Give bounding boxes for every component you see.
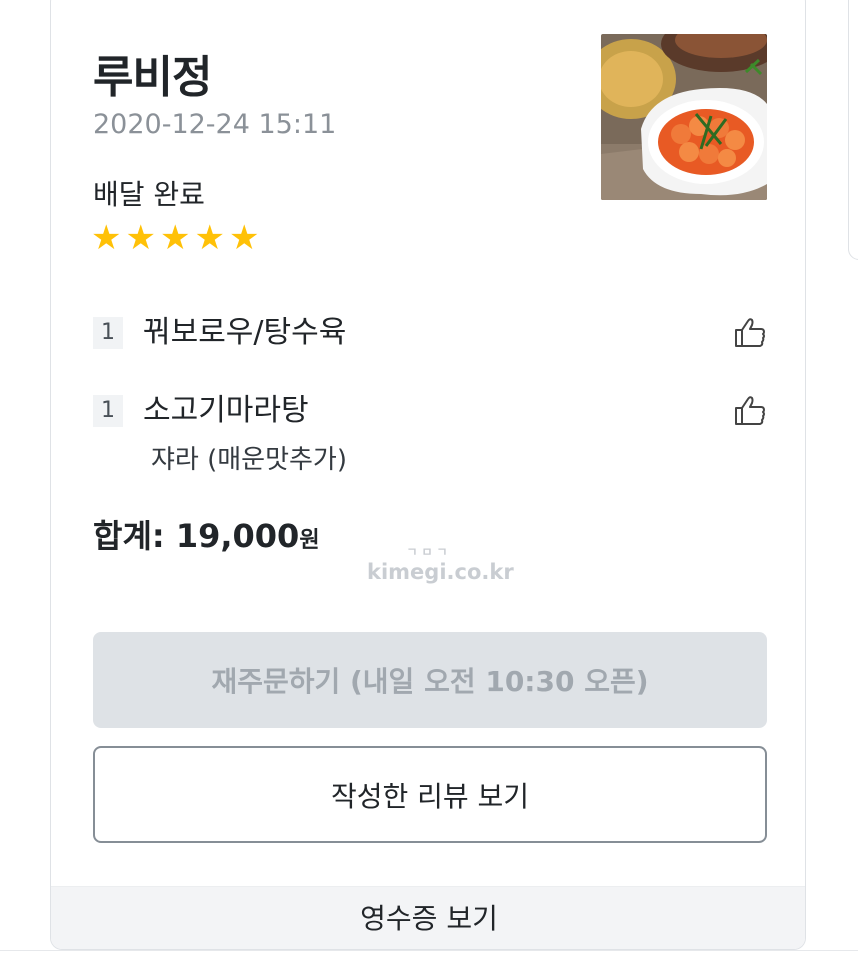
divider <box>0 950 858 951</box>
item-quantity: 1 <box>93 317 123 349</box>
watermark-logo: ㄱㅁㄱ <box>406 545 452 559</box>
order-item: 1 꿔보로우/탕수육 <box>93 313 767 353</box>
star-icon: ★ <box>159 218 191 258</box>
order-datetime: 2020-12-24 15:11 <box>93 109 337 140</box>
store-thumbnail[interactable] <box>601 34 767 200</box>
view-review-button[interactable]: 작성한 리뷰 보기 <box>93 746 767 843</box>
thumbs-up-icon[interactable] <box>733 393 767 427</box>
item-option: 쟈라 (매운맛추가) <box>151 445 347 475</box>
thumbs-up-icon[interactable] <box>733 315 767 349</box>
total-currency: 원 <box>299 528 320 553</box>
watermark: ㄱㅁㄱ kimegi.co.kr <box>367 543 514 584</box>
adjacent-card-edge <box>848 0 858 260</box>
star-icon: ★ <box>194 218 225 258</box>
store-name[interactable]: 루비정 <box>93 41 212 105</box>
view-receipt-button[interactable]: 영수증 보기 <box>51 886 805 949</box>
star-rating: ★ ★ ★ ★ ★ <box>91 221 259 255</box>
star-icon: ★ <box>228 218 260 258</box>
item-name: 꿔보로우/탕수육 <box>143 315 347 350</box>
order-item: 1 소고기마라탕 <box>93 391 767 431</box>
order-status: 배달 완료 <box>93 178 205 211</box>
order-total: 합계: 19,000원 <box>93 511 320 557</box>
reorder-button[interactable]: 재주문하기 (내일 오전 10:30 오픈) <box>93 632 767 728</box>
total-amount: 19,000 <box>175 517 300 555</box>
watermark-url: kimegi.co.kr <box>367 560 514 584</box>
star-icon: ★ <box>125 218 156 258</box>
total-label: 합계: <box>93 517 176 555</box>
item-name: 소고기마라탕 <box>143 393 309 428</box>
star-icon: ★ <box>91 218 122 258</box>
item-quantity: 1 <box>93 395 123 427</box>
food-photo-image <box>601 34 767 200</box>
order-card: 루비정 2020-12-24 15:11 배달 완료 ★ ★ ★ ★ ★ 1 꿔… <box>50 0 806 950</box>
